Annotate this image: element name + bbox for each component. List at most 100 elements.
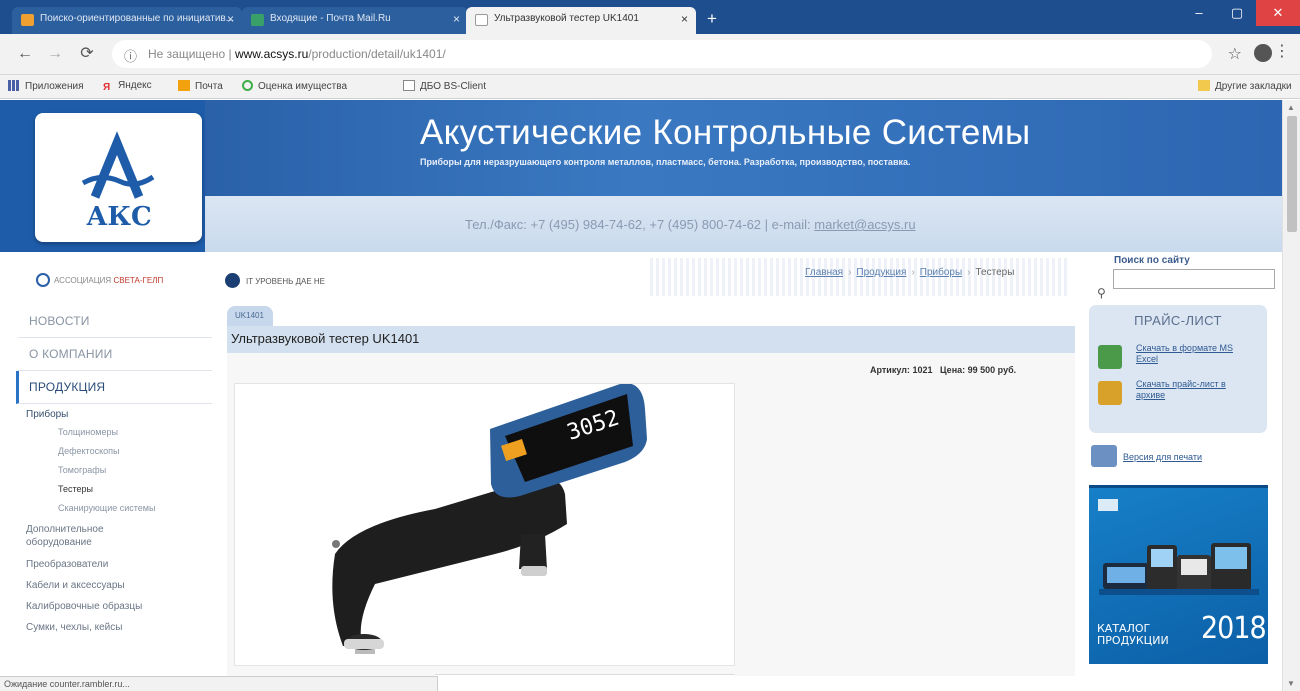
- close-tab-icon[interactable]: ×: [681, 12, 688, 26]
- article-number: 1021: [912, 365, 933, 375]
- breadcrumb-production[interactable]: Продукция: [856, 267, 906, 278]
- bookmark-dbo[interactable]: ДБО BS-Client: [403, 80, 486, 92]
- security-label: Не защищено: [148, 47, 226, 61]
- breadcrumb-current: Тестеры: [975, 267, 1015, 278]
- close-tab-icon[interactable]: ×: [227, 12, 234, 26]
- submenu-item[interactable]: Дополнительное оборудование: [26, 518, 146, 552]
- scroll-thumb[interactable]: [1287, 116, 1297, 232]
- bookmark-valuation[interactable]: Оценка имущества: [242, 80, 347, 92]
- profile-icon[interactable]: [1254, 44, 1272, 62]
- submenu-item[interactable]: Приборы: [26, 404, 212, 423]
- browser-tab-2[interactable]: Входящие - Почта Mail.Ru ×: [242, 7, 468, 34]
- submenu-item[interactable]: Сумки, чехлы, кейсы: [26, 615, 212, 636]
- browser-tab-1[interactable]: Поиско-ориентированные по инициатив... ×: [12, 7, 242, 34]
- bookmarks-bar: Приложения Я Яндекс Почта Оценка имуществ…: [0, 75, 1300, 99]
- search-icon[interactable]: ⚲: [1097, 286, 1106, 300]
- minimize-button[interactable]: –: [1180, 0, 1218, 26]
- product-tag[interactable]: UK1401: [227, 306, 273, 326]
- url-domain: www.acsys.ru: [234, 47, 309, 61]
- info-strip: АССОЦИАЦИЯ СВЕТА-ГЕЛП IT УРОВЕНЬ ДАЕ НЕ …: [0, 252, 1282, 302]
- new-tab-button[interactable]: +: [702, 10, 722, 28]
- scroll-up-icon[interactable]: ▲: [1287, 103, 1295, 112]
- download-zip[interactable]: Скачать прайс-лист в архиве: [1098, 379, 1258, 407]
- search-label: Поиск по сайту: [1114, 255, 1190, 266]
- folder-icon: [1198, 80, 1210, 91]
- browser-tab-active[interactable]: Ультразвуковой тестер UK1401 ×: [466, 7, 696, 34]
- download-zip-link[interactable]: Скачать прайс-лист в архиве: [1136, 379, 1256, 401]
- price-list-box: ПРАЙС-ЛИСТ Скачать в формате MS Excel Ск…: [1089, 305, 1267, 433]
- submenu-item[interactable]: Томографы: [26, 461, 212, 480]
- page-scrollbar[interactable]: ▲ ▼: [1282, 100, 1300, 691]
- products-submenu: Приборы Толщиномеры Дефектоскопы Томогра…: [16, 404, 212, 636]
- nav-item-products[interactable]: ПРОДУКЦИЯ: [16, 371, 212, 404]
- breadcrumb: Главная › Продукция › Приборы › Тестеры: [805, 267, 1015, 278]
- search-input[interactable]: [1113, 269, 1275, 289]
- submenu-item[interactable]: Кабели и аксессуары: [26, 573, 212, 594]
- close-window-button[interactable]: ✕: [1256, 0, 1300, 26]
- tab-favicon-icon: [251, 14, 264, 26]
- refresh-green-icon: [242, 80, 253, 91]
- association-logo[interactable]: АССОЦИАЦИЯ СВЕТА-ГЕЛП: [36, 273, 163, 287]
- submenu-item[interactable]: Сканирующие системы: [26, 499, 212, 518]
- print-version[interactable]: Версия для печати: [1091, 445, 1271, 471]
- submenu-item-current[interactable]: Тестеры: [26, 480, 212, 499]
- contacts: Тел./Факс: +7 (495) 984-74-62, +7 (495) …: [465, 217, 916, 232]
- tab-favicon-icon: [21, 14, 34, 26]
- bookmark-star-icon[interactable]: ☆: [1228, 44, 1242, 64]
- association-icon: [36, 273, 50, 287]
- nav-item-news[interactable]: НОВОСТИ: [16, 305, 212, 338]
- breadcrumb-devices[interactable]: Приборы: [920, 267, 962, 278]
- info-icon[interactable]: ⓘ: [124, 46, 137, 65]
- tester-device-image: 3052: [332, 383, 647, 654]
- tab-label: Ультразвуковой тестер UK1401: [494, 13, 639, 24]
- product-title: Ультразвуковой тестер UK1401: [227, 326, 1075, 353]
- tab-label: Входящие - Почта Mail.Ru: [270, 13, 391, 24]
- logo-mark-icon: АКС: [81, 131, 155, 232]
- page-favicon-icon: [475, 14, 488, 26]
- scroll-down-icon[interactable]: ▼: [1287, 679, 1295, 688]
- archive-icon: [1098, 381, 1122, 405]
- excel-file-icon: [1098, 345, 1122, 369]
- level-badge[interactable]: IT УРОВЕНЬ ДАЕ НЕ: [225, 273, 325, 288]
- site-title: Акустические Контрольные Системы: [420, 113, 1031, 152]
- reload-icon[interactable]: ⟳: [76, 43, 98, 65]
- site-logo[interactable]: АКС: [35, 113, 202, 242]
- print-version-link[interactable]: Версия для печати: [1123, 452, 1202, 462]
- bookmark-mail[interactable]: Почта: [178, 80, 223, 92]
- price-value: 99 500 руб.: [967, 365, 1017, 375]
- page-icon: [403, 80, 415, 91]
- level-icon: [225, 273, 240, 288]
- submenu-item[interactable]: Калибровочные образцы: [26, 594, 212, 615]
- close-tab-icon[interactable]: ×: [453, 12, 460, 26]
- submenu-item[interactable]: Толщиномеры: [26, 423, 212, 442]
- url-path: /production/detail/uk1401/: [308, 47, 446, 61]
- maximize-button[interactable]: ▢: [1218, 0, 1256, 26]
- product-photo[interactable]: 3052: [234, 383, 735, 666]
- forward-icon[interactable]: →: [44, 43, 66, 65]
- article-price-line: Артикул: 1021 Цена: 99 500 руб.: [870, 365, 1017, 375]
- tab-label: Поиско-ориентированные по инициатив...: [40, 13, 235, 24]
- url-field[interactable]: ⓘ Не защищено | www.acsys.ru/production/…: [112, 40, 1212, 68]
- yandex-icon: Я: [103, 82, 111, 93]
- web-page: АКС Акустические Контрольные Системы При…: [0, 100, 1282, 676]
- status-bar: Ожидание counter.rambler.ru...: [0, 676, 438, 691]
- site-header: АКС Акустические Контрольные Системы При…: [0, 100, 1282, 252]
- nav-item-about[interactable]: О КОМПАНИИ: [16, 338, 212, 371]
- bookmark-apps[interactable]: Приложения: [8, 80, 84, 92]
- email-link[interactable]: market@acsys.ru: [814, 217, 915, 232]
- apps-grid-icon: [8, 80, 20, 91]
- address-bar: ← → ⟳ ⓘ Не защищено | www.acsys.ru/produ…: [0, 34, 1300, 75]
- other-bookmarks[interactable]: Другие закладки: [1198, 80, 1292, 92]
- breadcrumb-home[interactable]: Главная: [805, 267, 843, 278]
- bookmark-yandex[interactable]: Я Яндекс: [103, 80, 152, 93]
- back-icon[interactable]: ←: [14, 43, 36, 65]
- browser-menu-icon[interactable]: ⋮: [1274, 44, 1290, 60]
- second-product-photo: [435, 674, 735, 676]
- submenu-item[interactable]: Преобразователи: [26, 552, 212, 573]
- svg-text:АКС: АКС: [86, 202, 152, 232]
- window-controls: – ▢ ✕: [1180, 0, 1300, 26]
- catalog-banner[interactable]: КАТАЛОГ ПРОДУКЦИИ 2018: [1089, 485, 1268, 664]
- submenu-item[interactable]: Дефектоскопы: [26, 442, 212, 461]
- download-excel-link[interactable]: Скачать в формате MS Excel: [1136, 343, 1256, 365]
- download-excel[interactable]: Скачать в формате MS Excel: [1098, 343, 1258, 371]
